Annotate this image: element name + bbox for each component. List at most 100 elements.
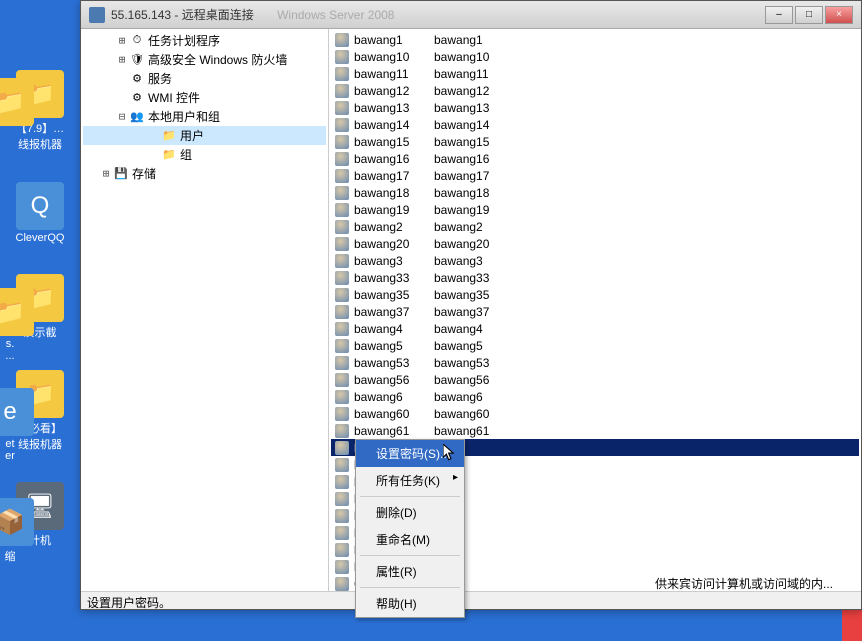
user-name-cell: bawang17 (354, 169, 434, 183)
user-row[interactable]: bawang37bawang37 (331, 303, 859, 320)
window-controls: – □ × (763, 6, 853, 24)
desktop-icon-label: CleverQQ (16, 232, 65, 244)
user-row[interactable]: bawang16bawang16 (331, 150, 859, 167)
desktop-icon-compress[interactable]: 📦 缩 (4, 498, 16, 564)
user-name-cell: bawang3 (354, 254, 434, 268)
user-name-cell: bawang6 (354, 390, 434, 404)
menu-item-6[interactable]: 属性(R) (356, 558, 464, 585)
statusbar: 设置用户密码。 (81, 591, 861, 609)
menu-separator (360, 555, 460, 556)
desktop-icons-column: 📁 📁 s. ... e et er 📦 缩 📁 【7.9】… 线报机器 Q C… (0, 0, 80, 641)
user-row[interactable]: bawang4bawang4 (331, 320, 859, 337)
user-fullname-cell: bawang15 (434, 135, 489, 149)
user-icon (335, 84, 351, 98)
user-row[interactable]: bawang5bawang5 (331, 337, 859, 354)
user-row[interactable]: bawang10bawang10 (331, 48, 859, 65)
user-name-cell: bawang11 (354, 67, 434, 81)
user-icon (335, 305, 351, 319)
tree-item-5[interactable]: 📁用户 (83, 126, 326, 145)
titlebar[interactable]: 55.165.143 - 远程桌面连接 Windows Server 2008 … (81, 1, 861, 29)
tree-node-icon: 🛡 (129, 52, 145, 68)
tree-pane[interactable]: ⊞⏱任务计划程序⊞🛡高级安全 Windows 防火墙⚙服务⚙WMI 控件⊟👥本地… (81, 29, 329, 591)
user-row[interactable]: bawang2bawang2 (331, 218, 859, 235)
tree-node-icon: ⚙ (129, 71, 145, 87)
tree-item-3[interactable]: ⚙WMI 控件 (83, 88, 326, 107)
tree-item-6[interactable]: 📁组 (83, 145, 326, 164)
menu-item-4[interactable]: 重命名(M) (356, 526, 464, 553)
user-row[interactable]: bawang14bawang14 (331, 116, 859, 133)
user-icon (335, 50, 351, 64)
tree-expander-icon[interactable]: ⊞ (99, 167, 113, 180)
user-name-cell: bawang33 (354, 271, 434, 285)
close-button[interactable]: × (825, 6, 853, 24)
user-row[interactable]: bawang11bawang11 (331, 65, 859, 82)
tree-expander-icon[interactable]: ⊟ (115, 110, 129, 123)
navigation-tree: ⊞⏱任务计划程序⊞🛡高级安全 Windows 防火墙⚙服务⚙WMI 控件⊟👥本地… (81, 29, 328, 185)
user-name-cell: bawang15 (354, 135, 434, 149)
tree-item-label: 组 (180, 146, 192, 163)
user-name-cell: bawang5 (354, 339, 434, 353)
user-row[interactable]: bawang33bawang33 (331, 269, 859, 286)
user-row[interactable]: bawang61bawang61 (331, 422, 859, 439)
user-row[interactable]: bawang1bawang1 (331, 31, 859, 48)
tree-item-label: 服务 (148, 70, 172, 87)
minimize-button[interactable]: – (765, 6, 793, 24)
user-row[interactable]: bawang20bawang20 (331, 235, 859, 252)
user-name-cell: bawang18 (354, 186, 434, 200)
tree-item-7[interactable]: ⊞💾存储 (83, 164, 326, 183)
user-row[interactable]: bawang53bawang53 (331, 354, 859, 371)
tree-expander-icon[interactable]: ⊞ (115, 53, 129, 66)
desktop-icon-label: 缩 (5, 548, 16, 564)
tree-item-4[interactable]: ⊟👥本地用户和组 (83, 107, 326, 126)
user-fullname-cell: bawang53 (434, 356, 489, 370)
user-row[interactable]: bawang17bawang17 (331, 167, 859, 184)
status-text: 设置用户密码。 (87, 594, 171, 607)
desktop-icon-s[interactable]: 📁 s. ... (4, 288, 16, 362)
folder-icon: 📁 (0, 288, 34, 336)
user-icon (335, 152, 351, 166)
user-row[interactable]: bawang18bawang18 (331, 184, 859, 201)
user-icon (335, 33, 351, 47)
menu-item-8[interactable]: 帮助(H) (356, 590, 464, 617)
tree-item-1[interactable]: ⊞🛡高级安全 Windows 防火墙 (83, 50, 326, 69)
user-icon (335, 322, 351, 336)
user-name-cell: bawang60 (354, 407, 434, 421)
user-icon (335, 492, 351, 506)
user-fullname-cell: bawang33 (434, 271, 489, 285)
user-icon (335, 237, 351, 251)
tree-item-0[interactable]: ⊞⏱任务计划程序 (83, 31, 326, 50)
user-fullname-cell: bawang18 (434, 186, 489, 200)
user-row[interactable]: bawang3bawang3 (331, 252, 859, 269)
user-row[interactable]: bawang56bawang56 (331, 371, 859, 388)
user-fullname-cell: bawang4 (434, 322, 483, 336)
user-fullname-cell: bawang13 (434, 101, 489, 115)
desktop-icon-partial[interactable]: 📁 (4, 78, 16, 128)
user-row[interactable]: bawang6bawang6 (331, 388, 859, 405)
maximize-button[interactable]: □ (795, 6, 823, 24)
user-fullname-cell: bawang35 (434, 288, 489, 302)
user-icon (335, 526, 351, 540)
tree-item-label: 用户 (180, 127, 204, 144)
menu-item-1[interactable]: 所有任务(K) (356, 467, 464, 494)
user-name-cell: bawang1 (354, 33, 434, 47)
desktop-icon-sublabel: er (5, 450, 15, 462)
tree-node-icon: 👥 (129, 109, 145, 125)
user-row[interactable]: bawang15bawang15 (331, 133, 859, 150)
user-row[interactable]: bawang60bawang60 (331, 405, 859, 422)
desktop-icon-sublabel: 线报机器 (18, 436, 62, 452)
content-area: ⊞⏱任务计划程序⊞🛡高级安全 Windows 防火墙⚙服务⚙WMI 控件⊟👥本地… (81, 29, 861, 591)
user-fullname-cell: bawang11 (434, 67, 489, 81)
user-row[interactable]: bawang12bawang12 (331, 82, 859, 99)
user-name-cell: bawang56 (354, 373, 434, 387)
desktop-icon-cleverqq[interactable]: Q CleverQQ (4, 182, 76, 244)
user-icon (335, 288, 351, 302)
menu-item-3[interactable]: 删除(D) (356, 499, 464, 526)
tree-expander-icon[interactable]: ⊞ (115, 34, 129, 47)
user-fullname-cell: bawang37 (434, 305, 489, 319)
desktop-icon-ie[interactable]: e et er (4, 388, 16, 462)
user-row[interactable]: bawang35bawang35 (331, 286, 859, 303)
user-row[interactable]: bawang19bawang19 (331, 201, 859, 218)
user-row[interactable]: bawang13bawang13 (331, 99, 859, 116)
user-name-cell: bawang12 (354, 84, 434, 98)
tree-item-2[interactable]: ⚙服务 (83, 69, 326, 88)
